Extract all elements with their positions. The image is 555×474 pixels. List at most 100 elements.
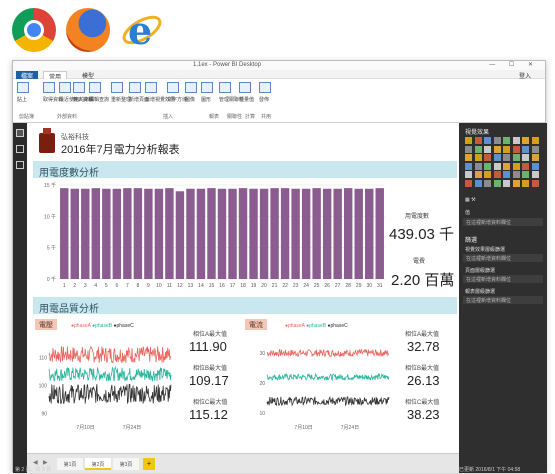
bar[interactable] [123, 188, 132, 279]
bar[interactable] [207, 188, 216, 279]
visual-type-icon[interactable] [484, 162, 491, 170]
bar[interactable] [165, 188, 174, 279]
ribbon-button-7[interactable]: 新增視覺效果 [145, 82, 175, 103]
visual-type-icon[interactable] [522, 162, 529, 170]
bar[interactable] [322, 188, 332, 279]
bar[interactable] [60, 188, 69, 279]
ribbon-button-6[interactable]: 新增頁面 [129, 82, 149, 103]
visual-type-icon[interactable] [512, 154, 520, 161]
series-line-phaseB[interactable] [266, 372, 390, 382]
visual-type-icon[interactable] [484, 145, 491, 153]
ribbon-button-10[interactable]: 圖形 [201, 82, 214, 103]
visual-type-icon[interactable] [503, 145, 510, 153]
visual-type-icon[interactable] [522, 171, 529, 178]
bar[interactable] [133, 188, 143, 279]
page-next-button[interactable]: ▶ [43, 459, 48, 466]
report-filter-well[interactable]: 在這裡新增資料欄位 [463, 296, 543, 304]
ribbon-button-13[interactable]: 發佈 [259, 82, 272, 103]
ribbon-button-4[interactable]: 編輯查詢 [89, 82, 109, 103]
visual-type-icon[interactable] [512, 162, 520, 170]
visual-type-icon[interactable] [522, 154, 529, 161]
bar[interactable] [196, 188, 206, 279]
bar[interactable] [175, 191, 185, 279]
values-well[interactable]: 在這裡新增資料欄位 [463, 218, 543, 226]
visual-type-icon[interactable] [465, 179, 472, 187]
ribbon-button-1[interactable]: 取得資料 [43, 82, 63, 103]
visual-type-icon[interactable] [531, 179, 539, 187]
visual-type-icon[interactable] [474, 154, 482, 161]
bar[interactable] [186, 188, 195, 279]
bar[interactable] [312, 188, 321, 279]
fields-format-icons[interactable]: ▦ ⚒ [465, 197, 476, 203]
visual-type-icon[interactable] [512, 137, 520, 144]
chrome-icon[interactable] [12, 8, 56, 52]
data-view-icon[interactable] [16, 145, 24, 153]
bar[interactable] [333, 188, 342, 279]
bar[interactable] [291, 188, 300, 279]
page-prev-button[interactable]: ◀ [33, 459, 38, 466]
visual-type-icon[interactable] [484, 171, 491, 178]
visual-type-icon[interactable] [531, 171, 539, 178]
bar[interactable] [154, 188, 164, 279]
series-line-phaseC[interactable] [48, 383, 172, 404]
tab-home[interactable]: 常用 [43, 71, 68, 81]
ribbon-button-12[interactable]: 新量值 [239, 82, 254, 103]
voltage-line-chart[interactable]: 110 100 90 7月10日 7月24日 [33, 331, 173, 431]
internet-explorer-icon[interactable]: e [120, 8, 164, 53]
bar[interactable] [70, 188, 79, 279]
visual-filter-well[interactable]: 在這裡新增資料欄位 [463, 254, 543, 262]
page-tab-1[interactable]: 第1頁 [57, 458, 83, 470]
visual-type-icon[interactable] [493, 145, 501, 153]
add-page-button[interactable]: + [143, 458, 155, 470]
tab-modeling[interactable]: 模型 [77, 71, 99, 80]
visual-type-icon[interactable] [474, 179, 482, 187]
visual-type-icon[interactable] [522, 145, 529, 153]
tab-file[interactable]: 檔案 [16, 71, 39, 80]
visual-type-icon[interactable] [531, 145, 539, 153]
visual-type-icon[interactable] [503, 179, 510, 187]
ribbon-button-0[interactable]: 貼上 [17, 82, 30, 103]
visual-type-icon[interactable] [474, 171, 482, 178]
bar[interactable] [228, 188, 237, 279]
visual-type-icon[interactable] [474, 162, 482, 170]
bar[interactable] [238, 188, 248, 279]
visual-type-icon[interactable] [531, 137, 539, 144]
relationships-view-icon[interactable] [16, 161, 24, 169]
visual-type-icon[interactable] [465, 145, 472, 153]
bar[interactable] [259, 188, 269, 279]
visual-type-icon[interactable] [493, 179, 501, 187]
page-filter-well[interactable]: 在這裡新增資料欄位 [463, 275, 543, 283]
bar[interactable] [280, 188, 290, 279]
report-view-icon[interactable] [16, 129, 24, 137]
visual-type-icon[interactable] [503, 154, 510, 161]
visual-type-icon[interactable] [465, 137, 472, 144]
bar[interactable] [91, 188, 101, 279]
visual-type-icon[interactable] [522, 137, 529, 144]
visual-type-icon[interactable] [531, 162, 539, 170]
visual-type-icon[interactable] [474, 145, 482, 153]
bar[interactable] [144, 188, 153, 279]
page-tab-2[interactable]: 第2頁 [85, 458, 111, 470]
series-line-phaseC[interactable] [266, 395, 390, 407]
visual-type-icon[interactable] [484, 179, 491, 187]
visual-type-icon[interactable] [512, 145, 520, 153]
visual-type-icon[interactable] [493, 171, 501, 178]
visual-type-icon[interactable] [503, 162, 510, 170]
visual-type-icon[interactable] [493, 154, 501, 161]
bar[interactable] [270, 188, 279, 279]
visual-type-icon[interactable] [531, 154, 539, 161]
bar[interactable] [81, 188, 90, 279]
series-line-phaseA[interactable] [48, 345, 172, 364]
firefox-icon[interactable] [66, 8, 110, 52]
bar[interactable] [365, 188, 374, 279]
page-tab-3[interactable]: 第3頁 [113, 458, 139, 470]
series-line-phaseB[interactable] [48, 365, 172, 382]
series-line-phaseA[interactable] [266, 348, 390, 358]
bar[interactable] [217, 188, 227, 279]
visual-type-icon[interactable] [493, 162, 501, 170]
visual-type-icon[interactable] [503, 137, 510, 144]
visual-type-icon[interactable] [503, 171, 510, 178]
visual-type-icon[interactable] [465, 162, 472, 170]
ribbon-button-8[interactable]: 文字方塊 [167, 82, 187, 103]
visual-type-icon[interactable] [512, 171, 520, 178]
